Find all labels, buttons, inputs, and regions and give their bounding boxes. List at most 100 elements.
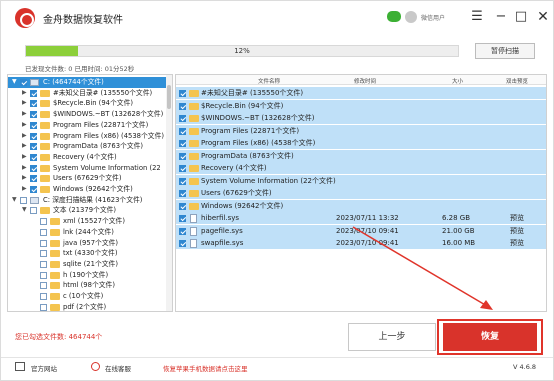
table-row[interactable]: #未知父目录# (135550个文件) [176,87,546,100]
table-row[interactable]: Recovery (4个文件) [176,162,546,175]
chevron-down-icon[interactable]: ▼ [12,195,17,206]
tree-item[interactable]: ▶ Users (67629个文件) [8,173,166,184]
row-checkbox[interactable] [179,165,186,172]
tree-item-checkbox[interactable] [40,282,47,290]
tree-item-checkbox[interactable] [40,293,47,300]
tree-item-checkbox[interactable] [30,186,37,193]
chevron-right-icon[interactable]: ▶ [22,184,27,195]
column-header-name[interactable]: 文件名称 [258,77,280,85]
table-row[interactable]: Program Files (x86) (4538个文件) [176,137,546,150]
column-header-preview[interactable]: 双击预览 [506,77,528,85]
folder-tree[interactable]: ▼ C: (464744个文件) ▶ #未知父目录# (135550个文件) ▶ $Rec… [7,74,173,312]
avatar[interactable] [405,11,417,23]
table-row[interactable]: ProgramData (8763个文件) [176,149,546,162]
tree-item[interactable]: h (190个文件) [8,270,166,281]
column-header-size[interactable]: 大小 [452,77,463,85]
table-row[interactable]: System Volume Information (22个文件) [176,174,546,187]
tree-item-checkbox[interactable] [40,228,47,236]
row-checkbox[interactable] [179,140,186,147]
recover-button[interactable]: 恢复 [443,323,537,351]
tree-item-checkbox[interactable] [20,196,27,204]
previous-step-button[interactable]: 上一步 [348,323,436,351]
table-row[interactable]: Windows (92642个文件) [176,199,546,212]
tree-item[interactable]: ▶ Windows (92642个文件) [8,184,166,195]
tree-item-checkbox[interactable] [30,164,37,172]
table-row[interactable]: Users (67629个文件) [176,187,546,200]
chevron-right-icon[interactable]: ▶ [22,98,27,109]
row-checkbox[interactable] [179,90,186,97]
row-checkbox[interactable] [179,190,186,197]
row-checkbox[interactable] [179,127,186,135]
tree-item[interactable]: lnk (244个文件) [8,227,166,238]
close-icon[interactable]: ✕ [533,7,553,27]
official-site-link[interactable]: 官方网站 [31,363,57,373]
tree-item-checkbox[interactable] [40,250,47,258]
row-checkbox[interactable] [179,215,186,222]
chevron-right-icon[interactable]: ▶ [22,163,27,174]
tree-item[interactable]: txt (4330个文件) [8,248,166,259]
tree-item-checkbox[interactable] [30,100,37,108]
tree-item-checkbox[interactable] [20,79,27,86]
iphone-recovery-promo-link[interactable]: 恢复苹果手机数据请点击这里 [163,363,248,373]
table-row[interactable]: $Recycle.Bin (94个文件) [176,99,546,112]
home-icon[interactable] [15,362,25,371]
tree-item-checkbox[interactable] [30,121,37,129]
tree-item-checkbox[interactable] [30,153,37,161]
row-checkbox[interactable] [179,102,186,110]
tree-item[interactable]: ▶ ProgramData (8763个文件) [8,141,166,152]
tree-item[interactable]: ▼ 文本 (21379个文件) [8,205,166,216]
menu-icon[interactable]: ☰ [467,7,487,27]
tree-item[interactable]: ▶ Recovery (4个文件) [8,152,166,163]
tree-scrollbar-thumb[interactable] [167,85,171,109]
tree-item[interactable]: ▼ C: 深度扫描结果 (41623个文件) [8,195,166,206]
row-checkbox[interactable] [179,152,186,160]
row-checkbox[interactable] [179,115,186,122]
tree-item[interactable]: java (957个文件) [8,238,166,249]
tree-item-checkbox[interactable] [30,143,37,151]
tree-item[interactable]: ▶ Program Files (22871个文件) [8,120,166,131]
tree-item[interactable]: ▶ $WINDOWS.~BT (132628个文件) [8,109,166,120]
chevron-right-icon[interactable]: ▶ [22,131,27,142]
chevron-down-icon[interactable]: ▼ [22,205,27,216]
file-list[interactable]: 文件名称 修改时间 大小 双击预览 #未知父目录# (135550个文件) $Re… [175,74,547,312]
tree-item-checkbox[interactable] [30,89,37,97]
minimize-icon[interactable]: − [491,7,511,27]
chevron-right-icon[interactable]: ▶ [22,141,27,152]
tree-item[interactable]: ▶ Program Files (x86) (4538个文件) [8,131,166,142]
tree-item-checkbox[interactable] [40,218,47,226]
tree-item-checkbox[interactable] [40,303,47,311]
table-row[interactable]: hiberfil.sys 2023/07/11 13:32 6.28 GB 预览 [176,212,546,225]
tree-item[interactable]: ▶ System Volume Information (22 [8,163,166,174]
chevron-right-icon[interactable]: ▶ [22,173,27,184]
tree-item-checkbox[interactable] [30,207,37,215]
row-checkbox[interactable] [179,227,186,235]
tree-item-checkbox[interactable] [30,132,37,140]
chevron-right-icon[interactable]: ▶ [22,120,27,131]
row-checkbox[interactable] [179,202,186,210]
chevron-right-icon[interactable]: ▶ [22,88,27,99]
row-checkbox[interactable] [179,177,186,185]
tree-item-checkbox[interactable] [30,111,37,119]
tree-item[interactable]: html (98个文件) [8,280,166,291]
online-service-link[interactable]: 在线客服 [105,363,131,373]
table-row[interactable]: $WINDOWS.~BT (132628个文件) [176,112,546,125]
table-row[interactable]: Program Files (22871个文件) [176,124,546,137]
table-row[interactable]: pagefile.sys 2023/07/10 09:41 21.00 GB 预览 [176,224,546,237]
tree-scrollbar[interactable] [166,75,172,311]
tree-item[interactable]: pdf (2个文件) [8,302,166,311]
tree-item-checkbox[interactable] [40,260,47,268]
customer-service-icon[interactable] [91,362,100,371]
chevron-right-icon[interactable]: ▶ [22,152,27,163]
tree-item[interactable]: ▶ #未知父目录# (135550个文件) [8,88,166,99]
row-preview-link[interactable]: 预览 [510,225,524,237]
pause-scan-button[interactable]: 暂停扫描 [475,43,535,59]
column-header-modified[interactable]: 修改时间 [354,77,376,85]
row-preview-link[interactable]: 预览 [510,212,524,224]
wechat-icon[interactable] [387,11,401,22]
maximize-icon[interactable]: □ [511,7,531,27]
row-preview-link[interactable]: 预览 [510,237,524,249]
tree-item-checkbox[interactable] [40,271,47,279]
tree-item[interactable]: xml (15527个文件) [8,216,166,227]
tree-item-checkbox[interactable] [40,239,47,247]
tree-item[interactable]: c (10个文件) [8,291,166,302]
